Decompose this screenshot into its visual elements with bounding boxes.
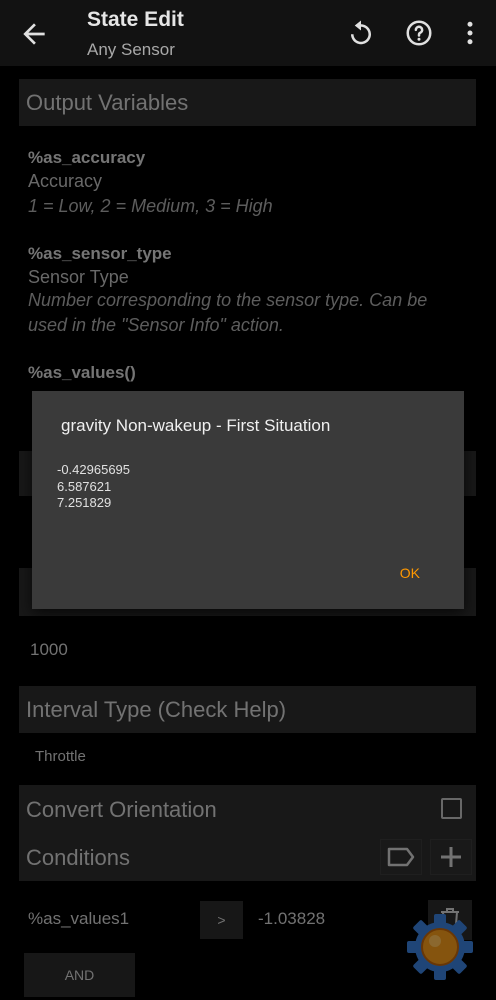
ok-button[interactable]: OK xyxy=(400,565,420,581)
app-bar: State Edit Any Sensor xyxy=(0,0,496,66)
dialog-value-line: 7.251829 xyxy=(57,495,112,510)
dialog-value-line: -0.42965695 xyxy=(57,462,131,477)
page-title: State Edit xyxy=(87,8,184,31)
dialog-value-line: 6.587621 xyxy=(57,479,112,494)
arrow-back-icon[interactable] xyxy=(18,18,50,50)
undo-icon[interactable] xyxy=(346,18,376,48)
help-icon[interactable] xyxy=(404,18,434,48)
result-dialog: gravity Non-wakeup - First Situation -0.… xyxy=(32,391,464,609)
more-vert-icon[interactable] xyxy=(455,18,485,48)
page-subtitle: Any Sensor xyxy=(87,40,175,59)
dialog-title: gravity Non-wakeup - First Situation xyxy=(61,416,331,435)
